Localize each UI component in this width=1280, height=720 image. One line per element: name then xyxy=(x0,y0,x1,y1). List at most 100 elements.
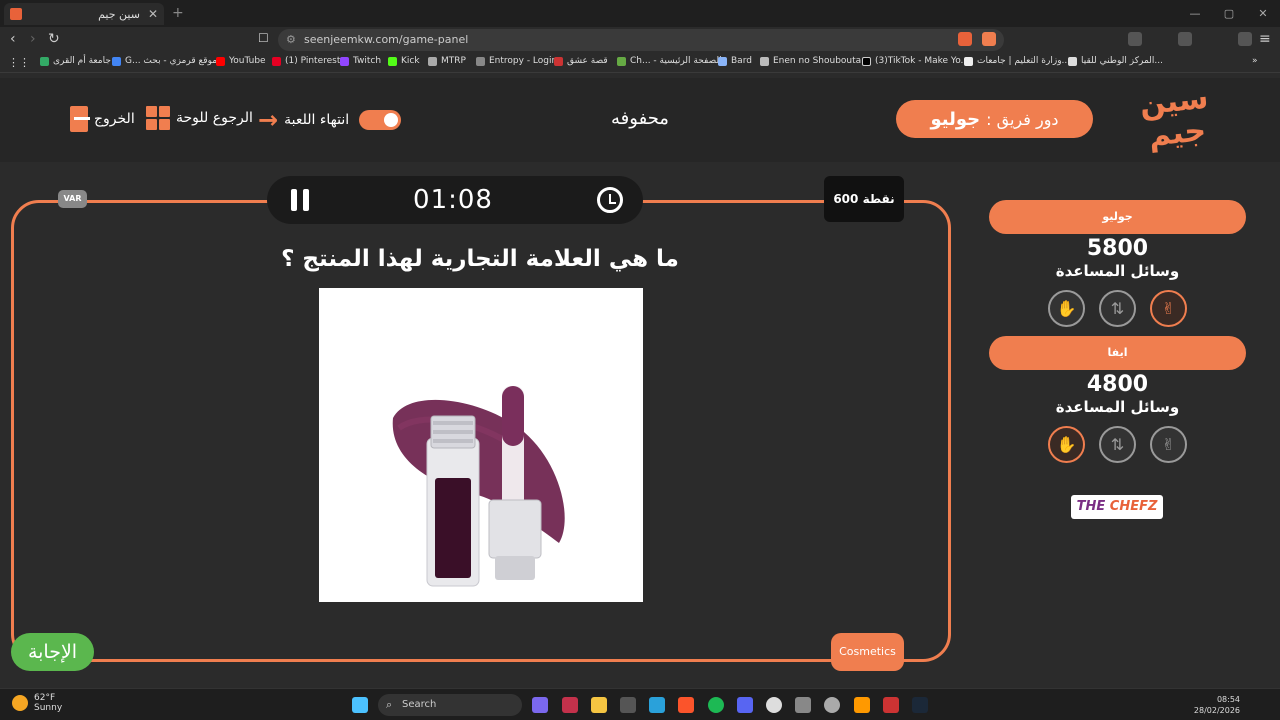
sponsor-logo: THE CHEFZ xyxy=(1071,495,1163,519)
bookmark-item[interactable]: Enen no Shoubouta... xyxy=(760,56,870,66)
url-text: seenjeemkw.com/game-panel xyxy=(304,33,469,46)
turn-prefix: دور فريق : xyxy=(986,109,1059,129)
team-name-julio: جوليو xyxy=(989,200,1246,234)
windows-taskbar: 62°F Sunny ⌕ Search 08:54 28/02/2026 xyxy=(0,688,1280,720)
brave-shield-icon[interactable] xyxy=(958,32,972,46)
category-badge: Cosmetics xyxy=(831,633,904,671)
forward-icon[interactable]: › xyxy=(30,31,36,47)
bookmark-item[interactable]: وزارة التعليم | جامعات... xyxy=(964,56,1070,66)
swap-aid-icon[interactable]: ⇅ xyxy=(1099,426,1136,463)
close-tab-icon[interactable]: ✕ xyxy=(148,7,158,21)
app-icon[interactable] xyxy=(562,697,578,713)
bookmark-item[interactable]: Entropy - Login xyxy=(476,56,557,66)
weather-widget[interactable]: 62°F Sunny xyxy=(12,693,62,713)
spotify-icon[interactable] xyxy=(708,697,724,713)
back-icon[interactable]: ‹ xyxy=(10,31,16,47)
brave-icon[interactable] xyxy=(678,697,694,713)
bookmark-item[interactable]: المركز الوطني للقيا... xyxy=(1068,56,1163,66)
aids-label-eva: وسائل المساعدة xyxy=(1055,398,1180,416)
question-image xyxy=(319,288,643,602)
pause-icon[interactable] xyxy=(291,189,309,211)
game-header: الخروج الرجوع للوحة → انتهاء اللعبة محفو… xyxy=(0,78,1280,162)
store-icon[interactable] xyxy=(620,697,636,713)
bookmark-icon[interactable]: ☐ xyxy=(258,31,269,45)
discord-icon[interactable] xyxy=(737,697,753,713)
new-tab-icon[interactable]: + xyxy=(172,5,184,21)
vpn-icon[interactable] xyxy=(1238,32,1252,46)
bookmarks-overflow-icon[interactable]: » xyxy=(1252,56,1258,66)
bookmark-item[interactable]: Twitch xyxy=(340,56,381,66)
address-bar[interactable]: ⚙ seenjeemkw.com/game-panel xyxy=(278,29,1004,51)
close-window-icon[interactable]: ✕ xyxy=(1246,0,1280,27)
timer-bar: 01:08 xyxy=(267,176,643,224)
browser-tab-strip: سين جيم ✕ + — ▢ ✕ xyxy=(0,0,1280,27)
bookmark-item[interactable]: YouTube xyxy=(216,56,266,66)
bookmark-item[interactable]: Kick xyxy=(388,56,420,66)
end-game-toggle[interactable] xyxy=(359,110,402,130)
exit-label: الخروج xyxy=(94,111,135,127)
aids-label-julio: وسائل المساعدة xyxy=(1055,262,1180,280)
end-game-button[interactable]: → انتهاء اللعبة xyxy=(258,106,402,134)
taskbar-search[interactable]: ⌕ Search xyxy=(378,694,522,716)
apps-icon[interactable]: ⋮⋮ xyxy=(8,56,30,69)
turn-indicator: دور فريق : جوليو xyxy=(896,100,1093,138)
weather-condition: Sunny xyxy=(34,703,63,713)
lip-gloss-product-image xyxy=(392,386,565,587)
hand-aid-icon[interactable]: ✋ xyxy=(1048,290,1085,327)
minimize-icon[interactable]: — xyxy=(1178,0,1212,27)
hand-aid-icon[interactable]: ✋ xyxy=(1048,426,1085,463)
seenjeem-logo: سين جيم xyxy=(1137,80,1210,154)
back-to-board-button[interactable]: الرجوع للوحة xyxy=(146,106,253,130)
browser-tab[interactable]: سين جيم ✕ xyxy=(4,3,164,25)
exit-icon xyxy=(70,106,90,132)
window-controls: — ▢ ✕ xyxy=(1178,0,1280,27)
tab-title: سين جيم xyxy=(98,7,140,21)
board-label: الرجوع للوحة xyxy=(176,110,253,126)
question-text: ما هي العلامة التجارية لهذا المنتج ؟ xyxy=(281,246,679,272)
exit-button[interactable]: الخروج xyxy=(70,106,135,132)
browser-toolbar: ‹ › ↻ ☐ ⚙ seenjeemkw.com/game-panel ≡ xyxy=(0,27,1280,53)
points-badge: 600 نقطة xyxy=(824,176,904,222)
two-answers-aid-icon[interactable]: ✌ xyxy=(1150,290,1187,327)
two-answers-aid-icon[interactable]: ✌ xyxy=(1150,426,1187,463)
app-icon[interactable] xyxy=(766,697,782,713)
search-icon: ⌕ xyxy=(386,698,393,711)
answer-button[interactable]: الإجابة xyxy=(11,633,94,671)
bookmark-item[interactable]: MTRP xyxy=(428,56,466,66)
bookmark-item[interactable]: (3)TikTok - Make Yo... xyxy=(862,56,969,66)
board-icon xyxy=(146,106,170,130)
app-icon[interactable] xyxy=(854,697,870,713)
bookmark-item[interactable]: Ch... - الصفحة الرئيسية xyxy=(617,56,722,66)
game-title: محفوفه xyxy=(611,108,669,129)
sidebar-icon[interactable] xyxy=(1178,32,1192,46)
bookmarks-bar: ⋮⋮ جامعة أم القرى G... موقع قرمزي - بحث … xyxy=(0,53,1280,73)
start-icon[interactable] xyxy=(352,697,368,713)
reload-icon[interactable]: ↻ xyxy=(48,31,60,47)
telegram-icon[interactable] xyxy=(649,697,665,713)
steam-icon[interactable] xyxy=(912,697,928,713)
temperature: 62°F xyxy=(34,693,56,703)
timer-display: 01:08 xyxy=(413,185,493,215)
bookmark-item[interactable]: (1) Pinterest xyxy=(272,56,340,66)
obs-icon[interactable] xyxy=(824,697,840,713)
app-icon[interactable] xyxy=(795,697,811,713)
site-settings-icon[interactable]: ⚙ xyxy=(286,29,296,51)
reset-timer-icon[interactable] xyxy=(597,187,623,213)
bookmark-item[interactable]: Bard xyxy=(718,56,752,66)
system-clock[interactable]: 08:54 28/02/2026 xyxy=(1194,694,1240,716)
end-game-label: انتهاء اللعبة xyxy=(284,112,350,128)
app-icon[interactable] xyxy=(883,697,899,713)
var-button[interactable]: VAR xyxy=(58,190,87,208)
maximize-icon[interactable]: ▢ xyxy=(1212,0,1246,27)
bookmark-item[interactable]: قصة عشق xyxy=(554,56,608,66)
extensions-icon[interactable] xyxy=(1128,32,1142,46)
file-explorer-icon[interactable] xyxy=(591,697,607,713)
sun-icon xyxy=(12,695,28,711)
bookmark-item[interactable]: جامعة أم القرى xyxy=(40,56,111,66)
swap-aid-icon[interactable]: ⇅ xyxy=(1099,290,1136,327)
team-score-eva: 4800 xyxy=(1086,372,1149,397)
bookmark-item[interactable]: G... موقع قرمزي - بحث xyxy=(112,56,217,66)
menu-icon[interactable]: ≡ xyxy=(1259,31,1271,47)
copilot-icon[interactable] xyxy=(532,697,548,713)
brave-rewards-icon[interactable] xyxy=(982,32,996,46)
